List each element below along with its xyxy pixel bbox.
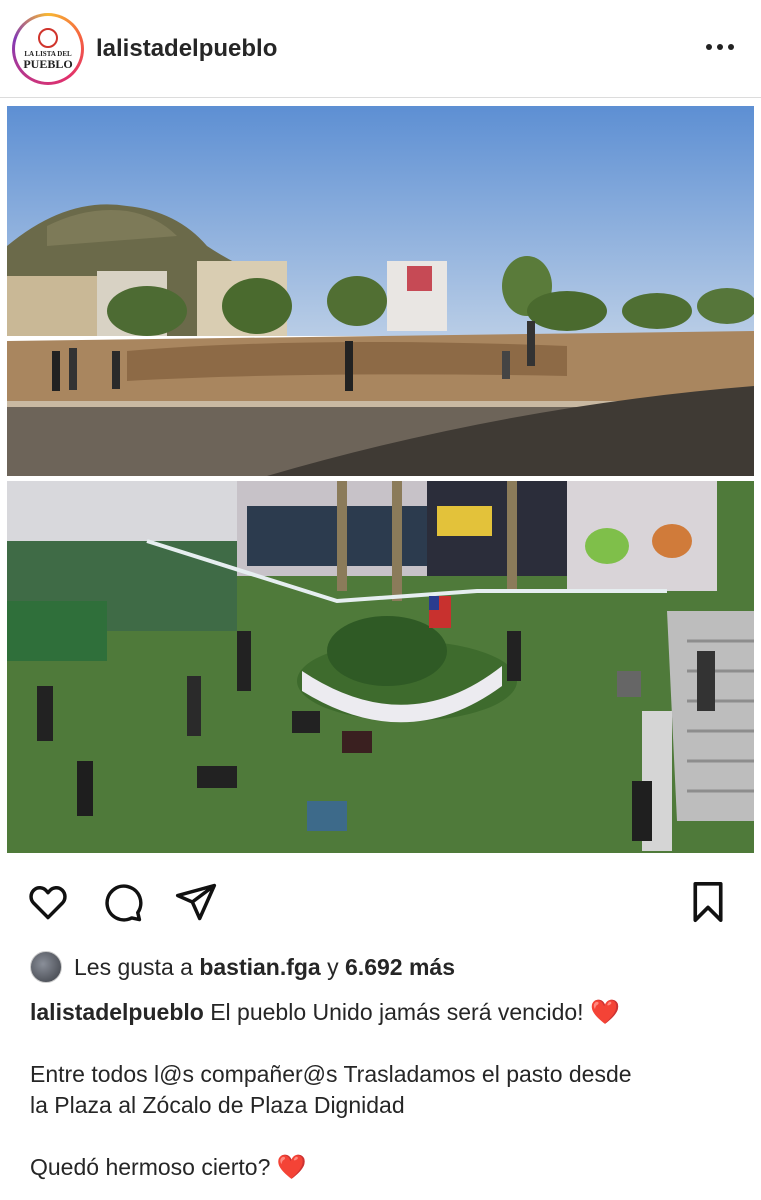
likes-prefix: Les gusta a [74, 953, 193, 980]
post-action-bar [0, 880, 761, 930]
caption-line1: El pueblo Unido jamás será vencido! [210, 999, 584, 1025]
heart-emoji: ❤️ [589, 999, 620, 1026]
liker-avatar[interactable] [30, 951, 62, 983]
comment-bubble-icon[interactable] [100, 880, 144, 929]
likes-middle: y [327, 953, 339, 980]
post-caption: lalistadelpueblo El pueblo Unido jamás s… [30, 997, 740, 1183]
caption-line2b: la Plaza al Zócalo de Plaza Dignidad [30, 1092, 405, 1118]
profile-avatar[interactable]: LA LISTA DEL PUEBLO [12, 13, 84, 85]
likes-count[interactable]: 6.692 más [345, 954, 455, 981]
heart-emoji: ❤️ [276, 1154, 307, 1181]
profile-logo: LA LISTA DEL PUEBLO [15, 16, 81, 82]
caption-author[interactable]: lalistadelpueblo [30, 999, 204, 1025]
caption-line2a: Entre todos l@s compañer@s Trasladamos e… [30, 1061, 632, 1087]
liker-username[interactable]: bastian.fga [199, 954, 320, 981]
paper-plane-icon[interactable] [174, 880, 218, 929]
heart-outline-icon[interactable] [26, 880, 70, 929]
likes-summary[interactable]: Les gusta a bastian.fga y 6.692 más [30, 949, 455, 985]
caption-line3: Quedó hermoso cierto? [30, 1154, 271, 1180]
post-photo-bottom[interactable] [7, 481, 754, 853]
bookmark-icon[interactable] [688, 880, 728, 929]
logo-text-bottom: PUEBLO [23, 57, 73, 71]
post-photo-top[interactable] [7, 106, 754, 476]
more-options-icon[interactable] [700, 32, 740, 62]
logo-emblem-icon [38, 28, 58, 48]
post-header: LA LISTA DEL PUEBLO lalistadelpueblo [0, 0, 761, 98]
post-username[interactable]: lalistadelpueblo [96, 35, 277, 63]
